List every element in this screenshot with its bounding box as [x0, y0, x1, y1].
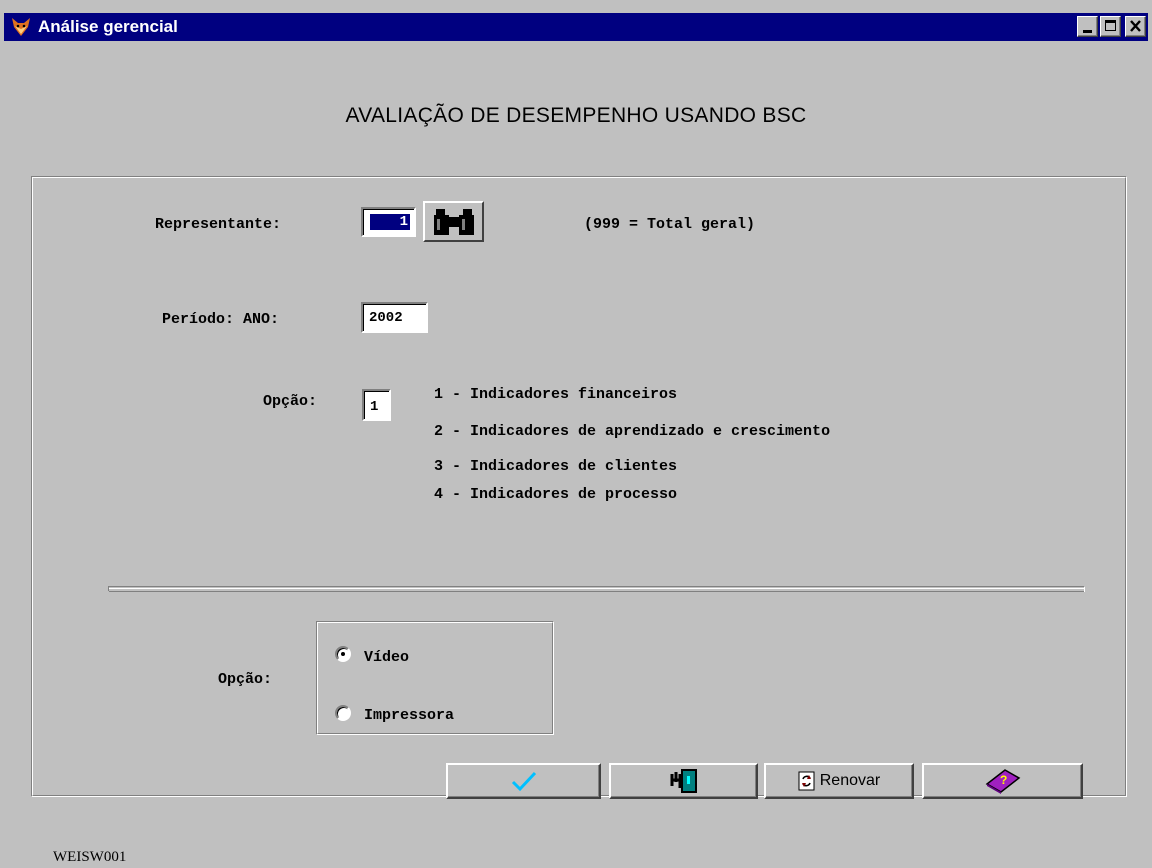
title-bar[interactable]: Análise gerencial — [4, 13, 1148, 41]
indicador-option-4: 4 - Indicadores de processo — [434, 486, 678, 503]
refresh-icon — [798, 771, 815, 791]
close-icon — [1130, 20, 1141, 32]
help-book-icon: ? — [985, 769, 1020, 794]
radio-impressora[interactable] — [335, 705, 351, 721]
maximize-button[interactable] — [1100, 16, 1121, 37]
radio-video-label[interactable]: Vídeo — [364, 649, 409, 666]
renovar-button[interactable]: Renovar — [764, 763, 914, 799]
exit-button[interactable] — [609, 763, 758, 799]
window-title: Análise gerencial — [38, 17, 178, 36]
representante-value: 1 — [369, 214, 410, 230]
periodo-label: Período: ANO: — [162, 311, 280, 328]
minimize-button[interactable] — [1077, 16, 1098, 37]
radio-video[interactable] — [335, 646, 351, 662]
search-button[interactable] — [423, 201, 484, 242]
app-window: Análise gerencial AVALIAÇÃO DE DESEMPENH… — [0, 0, 1152, 868]
opcao-saida-label: Opção: — [218, 671, 273, 688]
divider — [108, 586, 1085, 592]
representante-label: Representante: — [155, 216, 282, 233]
checkmark-icon — [511, 771, 536, 792]
renovar-label: Renovar — [819, 772, 881, 789]
close-button[interactable] — [1125, 16, 1146, 37]
ok-button[interactable] — [446, 763, 601, 799]
page-heading: AVALIAÇÃO DE DESEMPENHO USANDO BSC — [345, 104, 807, 127]
representante-hint: (999 = Total geral) — [584, 216, 756, 233]
indicador-option-2: 2 - Indicadores de aprendizado e crescim… — [434, 423, 831, 440]
representante-input[interactable]: 1 — [361, 207, 416, 237]
maximize-icon — [1105, 20, 1116, 31]
binoculars-icon — [433, 208, 474, 235]
minimize-icon — [1083, 30, 1092, 33]
opcao-indicador-label: Opção: — [263, 393, 318, 410]
svg-text:?: ? — [1000, 773, 1007, 787]
form-code: WEISW001 — [53, 849, 127, 865]
help-button[interactable]: ? — [922, 763, 1083, 799]
exit-door-icon — [670, 769, 697, 793]
opcao-indicador-input[interactable]: 1 — [362, 389, 391, 421]
fox-app-icon — [10, 16, 32, 38]
opcao-indicador-value: 1 — [370, 399, 379, 415]
radio-impressora-label[interactable]: Impressora — [364, 707, 454, 724]
indicador-option-1: 1 - Indicadores financeiros — [434, 386, 678, 403]
ano-input[interactable]: 2002 — [361, 302, 428, 333]
indicador-option-3: 3 - Indicadores de clientes — [434, 458, 678, 475]
ano-value: 2002 — [369, 310, 403, 326]
